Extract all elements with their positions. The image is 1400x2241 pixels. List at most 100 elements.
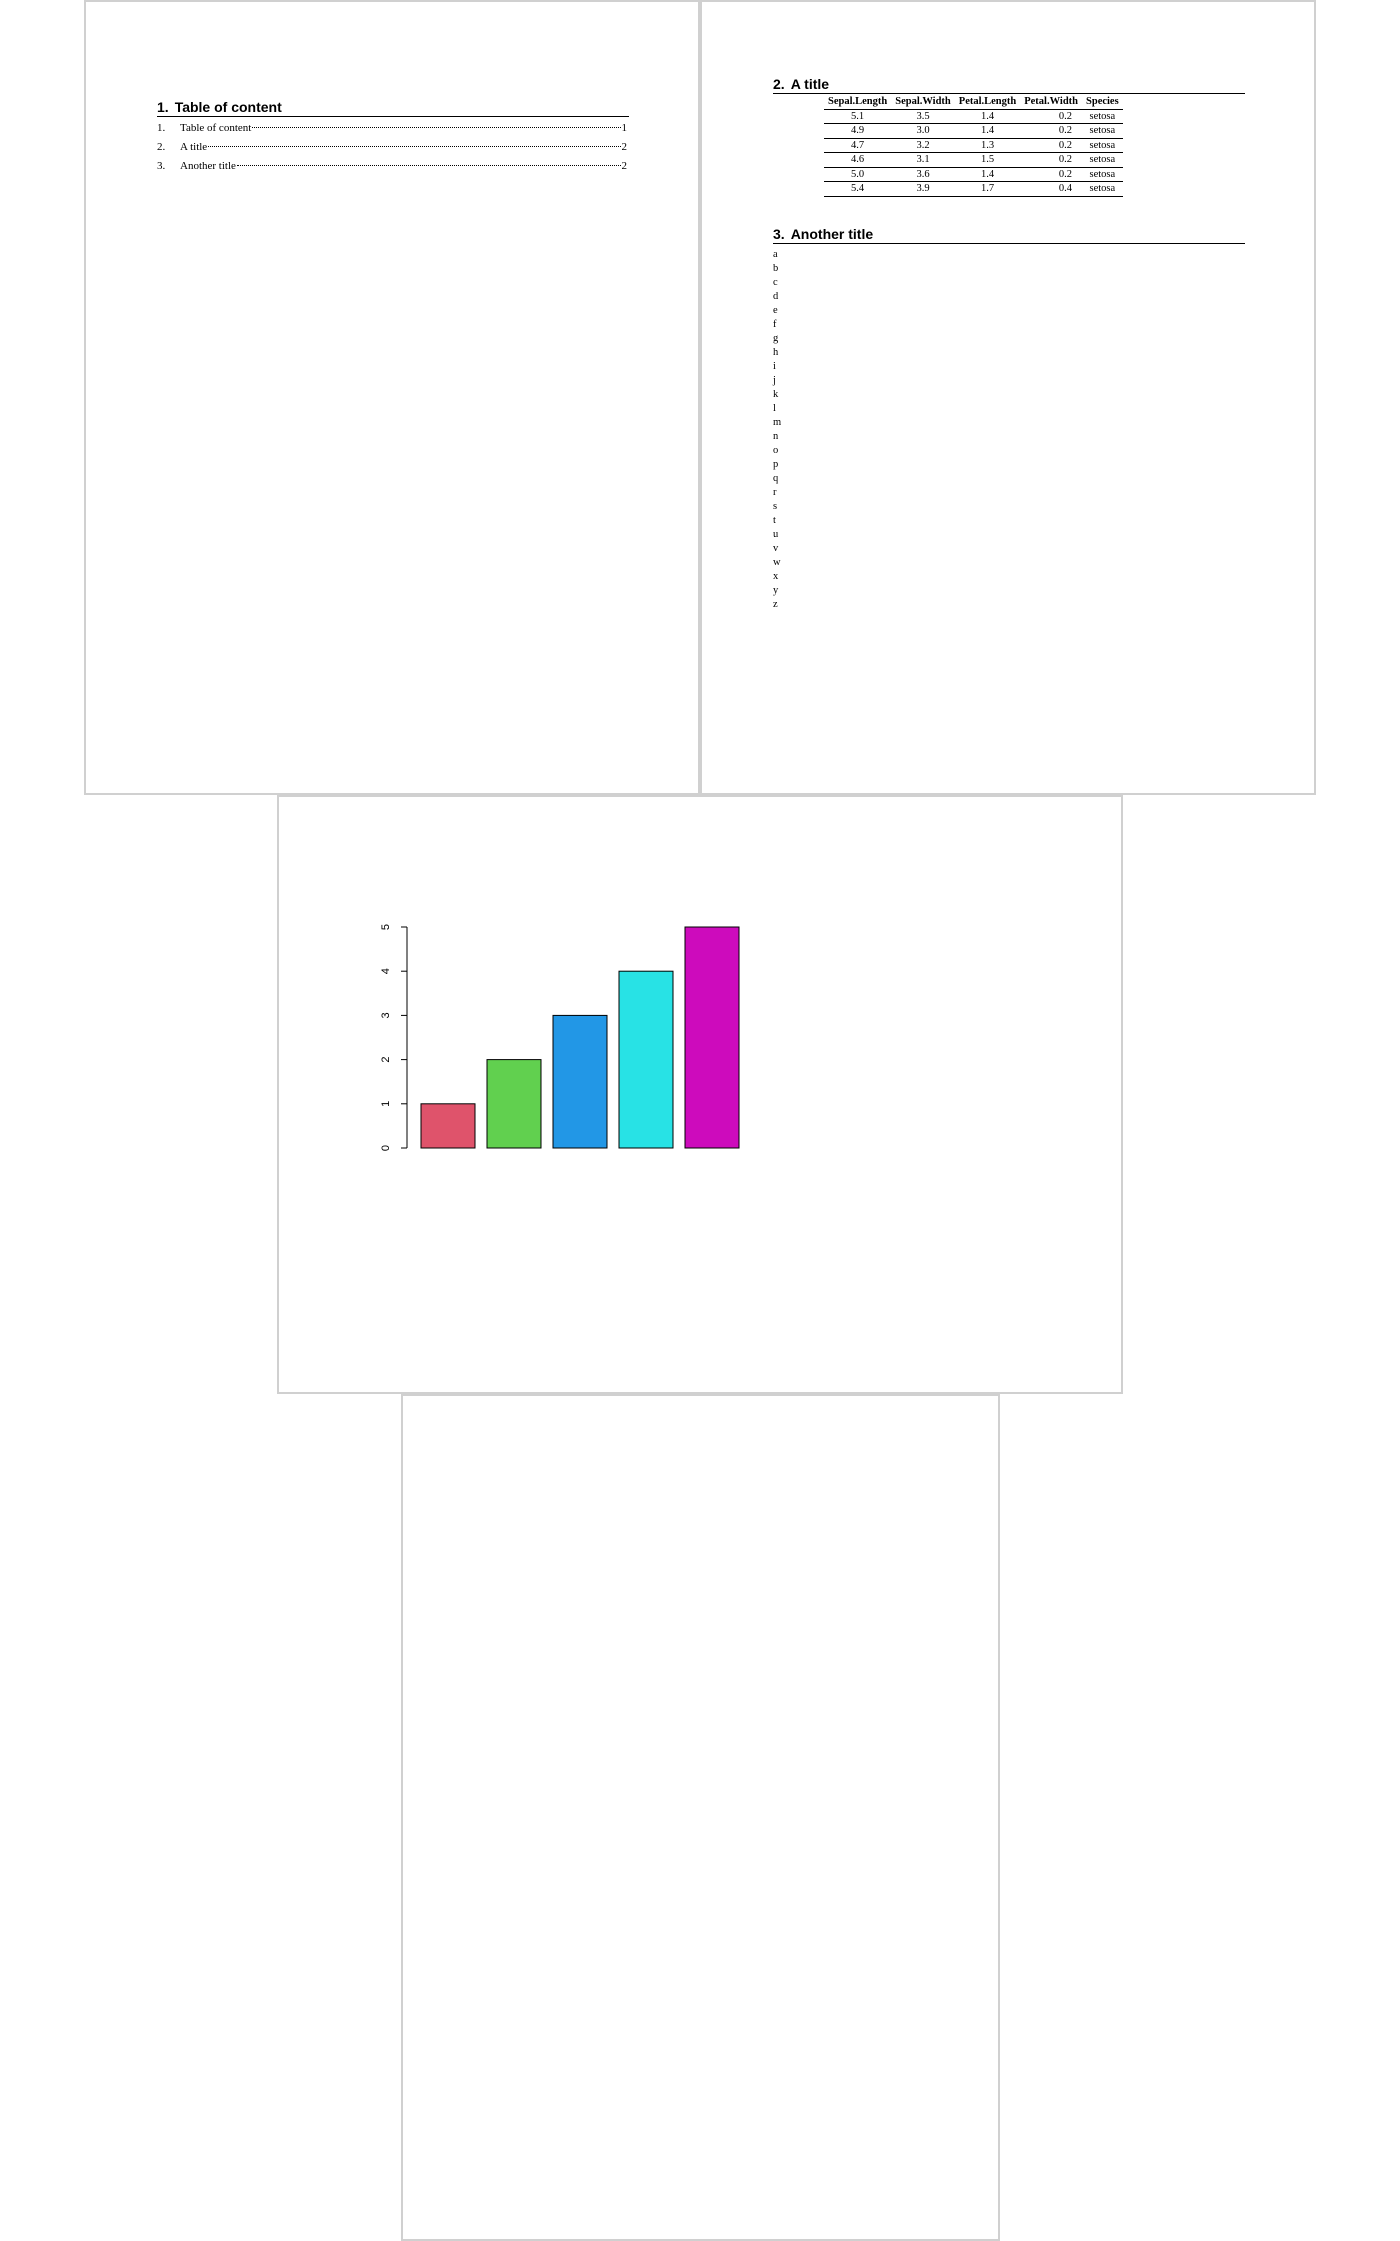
letter-item: d — [773, 291, 779, 302]
letter-item: i — [773, 361, 776, 372]
table-cell: setosa — [1082, 167, 1123, 182]
section-2-number: 2. — [773, 76, 785, 92]
letter-item: c — [773, 277, 778, 288]
table-cell: setosa — [1082, 138, 1123, 153]
table-cell: 3.9 — [891, 181, 955, 197]
table-cell: 0.4 — [1020, 181, 1083, 197]
table-cell: 3.5 — [891, 109, 955, 124]
bar-5 — [684, 926, 740, 1149]
table-row: 4.9 3.0 1.4 0.2 setosa — [824, 123, 1123, 139]
document-page-2: 2. A title Sepal.Length Sepal.Width Petal… — [700, 0, 1316, 795]
table-cell: 5.0 — [824, 167, 892, 182]
letter-item: n — [773, 431, 779, 442]
toc-heading-number: 1. — [157, 99, 169, 115]
bar-2 — [486, 1059, 542, 1149]
table-cell: setosa — [1082, 109, 1123, 124]
toc-entry-page: 2 — [621, 160, 628, 172]
table-header-row: Sepal.Length Sepal.Width Petal.Length Pe… — [824, 95, 1123, 110]
bar-3 — [552, 1014, 608, 1149]
document-page-1: 1. Table of content 1. Table of content 1… — [84, 0, 700, 795]
column-header: Petal.Length — [954, 95, 1021, 110]
table-cell: 1.7 — [954, 181, 1021, 197]
y-tick-label: 5 — [380, 924, 392, 930]
letter-item: q — [773, 473, 779, 484]
toc-heading: 1. Table of content — [157, 98, 629, 117]
table-cell: setosa — [1082, 123, 1123, 139]
letter-item: e — [773, 305, 778, 316]
letter-item: t — [773, 515, 776, 526]
table-row: 5.4 3.9 1.7 0.4 setosa — [824, 181, 1123, 197]
y-tick-label: 4 — [380, 968, 392, 974]
section-3-heading: 3. Another title — [773, 225, 1245, 244]
letter-item: j — [773, 375, 776, 386]
toc-entry-number: 3. — [157, 160, 166, 172]
letter-item: k — [773, 389, 779, 400]
letter-item: b — [773, 263, 779, 274]
toc-entry[interactable]: 3. Another title 2 — [157, 157, 627, 176]
letter-item: a — [773, 249, 778, 260]
table-cell: 3.0 — [891, 123, 955, 139]
y-tick-label: 0 — [380, 1145, 392, 1151]
toc-entry-number: 1. — [157, 122, 166, 134]
table-cell: 5.4 — [824, 181, 892, 197]
table-cell: 1.4 — [954, 109, 1021, 124]
toc-entry-number: 2. — [157, 141, 166, 153]
toc-entry-page: 2 — [621, 141, 628, 153]
table-cell: 0.2 — [1020, 152, 1083, 168]
table-cell: setosa — [1082, 181, 1123, 197]
letter-list: abcdefghijklmnopqrstuvwxyz — [773, 248, 781, 612]
toc-entry-label[interactable]: Table of content — [180, 119, 251, 138]
letter-item: r — [773, 487, 777, 498]
table-cell: 0.2 — [1020, 123, 1083, 139]
table-cell: 4.9 — [824, 123, 892, 139]
letter-item: h — [773, 347, 779, 358]
letter-item: s — [773, 501, 778, 512]
table-cell: setosa — [1082, 152, 1123, 168]
table-cell: 4.6 — [824, 152, 892, 168]
y-tick-label: 3 — [380, 1012, 392, 1018]
table-cell: 5.1 — [824, 109, 892, 124]
letter-item: v — [773, 543, 779, 554]
section-2-title: A title — [790, 76, 830, 92]
table-cell: 0.2 — [1020, 138, 1083, 153]
table-cell: 3.6 — [891, 167, 955, 182]
letter-item: f — [773, 319, 777, 330]
section-2-heading: 2. A title — [773, 75, 1245, 94]
column-header: Sepal.Width — [891, 95, 955, 110]
letter-item: l — [773, 403, 776, 414]
toc-list: 1. Table of content 1 2. A title 2 3. An… — [157, 119, 627, 176]
table-row: 5.0 3.6 1.4 0.2 setosa — [824, 167, 1123, 182]
letter-item: u — [773, 529, 779, 540]
table-cell: 1.4 — [954, 167, 1021, 182]
column-header: Sepal.Length — [824, 95, 892, 110]
toc-entry-label[interactable]: Another title — [180, 157, 236, 176]
table-row: 5.1 3.5 1.4 0.2 setosa — [824, 109, 1123, 124]
toc-leader-dots — [236, 165, 621, 166]
column-header: Petal.Width — [1020, 95, 1083, 110]
letter-item: g — [773, 333, 779, 344]
table-cell: 3.2 — [891, 138, 955, 153]
letter-item: y — [773, 585, 779, 596]
toc-heading-title: Table of content — [174, 99, 282, 115]
letter-item: m — [773, 417, 782, 428]
table-cell: 3.1 — [891, 152, 955, 168]
letter-item: z — [773, 599, 778, 610]
bar-chart: 0 1 2 3 4 5 — [380, 924, 740, 1151]
toc-entry[interactable]: 1. Table of content 1 — [157, 119, 627, 138]
table-cell: 1.4 — [954, 123, 1021, 139]
letter-item: w — [773, 557, 781, 568]
bar-1 — [420, 1103, 476, 1149]
toc-entry-label[interactable]: A title — [180, 138, 207, 157]
column-header: Species — [1082, 95, 1123, 110]
table-cell: 0.2 — [1020, 167, 1083, 182]
section-3-title: Another title — [790, 226, 874, 242]
letter-item: o — [773, 445, 779, 456]
section-3-number: 3. — [773, 226, 785, 242]
table-cell: 1.5 — [954, 152, 1021, 168]
table-row: 4.7 3.2 1.3 0.2 setosa — [824, 138, 1123, 153]
toc-entry[interactable]: 2. A title 2 — [157, 138, 627, 157]
document-page-3-chart: 0 1 2 3 4 5 — [277, 795, 1123, 1394]
iris-table: Sepal.Length Sepal.Width Petal.Length Pe… — [824, 95, 1123, 197]
y-tick-label: 1 — [380, 1101, 392, 1107]
toc-entry-page: 1 — [621, 122, 628, 134]
